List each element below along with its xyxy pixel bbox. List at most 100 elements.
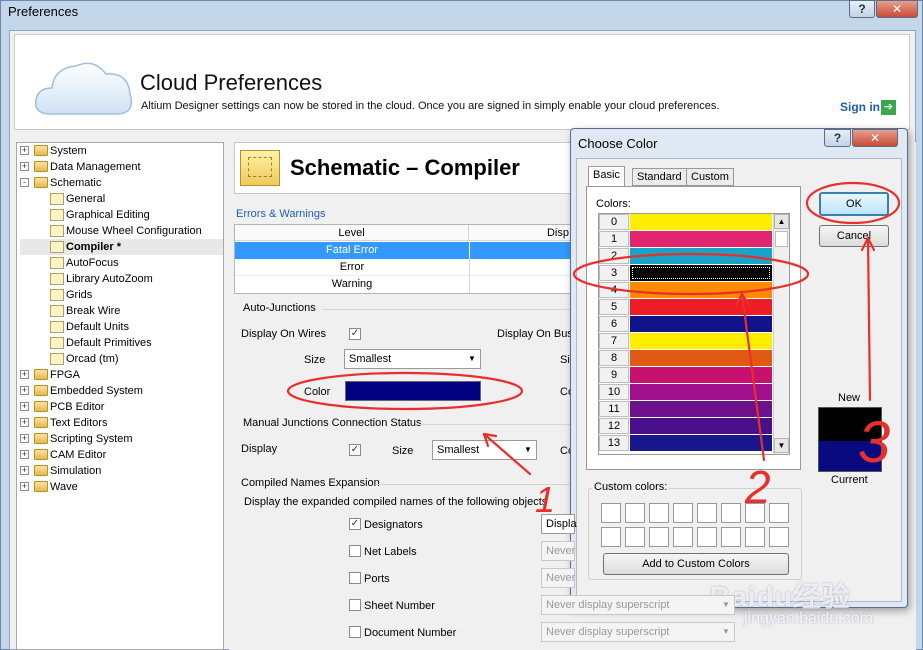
display-checkbox[interactable]: ✓ — [349, 444, 361, 456]
expand-icon[interactable]: + — [20, 450, 29, 459]
color-list-item[interactable]: 5 — [599, 299, 773, 316]
arrow-right-icon[interactable]: ➔ — [881, 100, 896, 115]
expand-icon[interactable]: + — [20, 146, 29, 155]
tab-basic[interactable]: Basic — [588, 166, 625, 187]
custom-color-cell[interactable] — [697, 527, 717, 547]
expand-icon[interactable]: + — [20, 418, 29, 427]
table-row[interactable]: Error — [235, 259, 573, 276]
expand-icon[interactable]: + — [20, 466, 29, 475]
color-list-item[interactable]: 3 — [599, 265, 773, 282]
custom-color-cell[interactable] — [721, 503, 741, 523]
expand-name-checkbox[interactable] — [349, 626, 361, 638]
custom-color-cell[interactable] — [649, 503, 669, 523]
superscript-select[interactable]: Displa — [541, 514, 577, 534]
expand-icon[interactable]: + — [20, 162, 29, 171]
dialog-help-button[interactable]: ? — [824, 129, 851, 147]
color-swatch[interactable] — [345, 381, 481, 401]
color-list-item[interactable]: 8 — [599, 350, 773, 367]
help-button[interactable]: ? — [849, 0, 875, 18]
expand-icon[interactable]: + — [20, 370, 29, 379]
custom-color-cell[interactable] — [673, 527, 693, 547]
colors-scrollbar[interactable]: ▲ ▼ — [773, 214, 789, 454]
expand-icon[interactable]: + — [20, 386, 29, 395]
size-select[interactable]: Smallest ▼ — [344, 349, 481, 369]
color-list-item[interactable]: 4 — [599, 282, 773, 299]
custom-color-cell[interactable] — [745, 503, 765, 523]
custom-color-cell[interactable] — [601, 527, 621, 547]
expand-name-checkbox[interactable] — [349, 572, 361, 584]
expand-name-checkbox[interactable] — [349, 545, 361, 557]
sidebar-item[interactable]: + System — [20, 143, 223, 159]
add-custom-color-button[interactable]: Add to Custom Colors — [603, 553, 789, 575]
sidebar-item[interactable]: + CAM Editor — [20, 447, 223, 463]
custom-color-cell[interactable] — [649, 527, 669, 547]
dialog-close-button[interactable]: ✕ — [852, 129, 898, 147]
table-row[interactable]: Warning — [235, 276, 573, 293]
sidebar-item[interactable]: Library AutoZoom — [20, 271, 223, 287]
sign-in-link[interactable]: Sign in — [840, 100, 880, 114]
sidebar-item[interactable]: Grids — [20, 287, 223, 303]
sidebar-item[interactable]: - Schematic — [20, 175, 223, 191]
expand-icon[interactable]: + — [20, 482, 29, 491]
custom-color-cell[interactable] — [769, 503, 789, 523]
color-list-item[interactable]: 11 — [599, 401, 773, 418]
sidebar-item[interactable]: Graphical Editing — [20, 207, 223, 223]
sidebar-item[interactable]: + Text Editors — [20, 415, 223, 431]
sidebar-item[interactable]: Default Units — [20, 319, 223, 335]
custom-color-cell[interactable] — [625, 527, 645, 547]
tab-standard[interactable]: Standard — [632, 168, 687, 186]
sidebar-item[interactable]: Compiler * — [20, 239, 223, 255]
color-list-item[interactable]: 1 — [599, 231, 773, 248]
custom-color-cell[interactable] — [721, 527, 741, 547]
cancel-button[interactable]: Cancel — [819, 225, 889, 247]
sidebar-item[interactable]: + Wave — [20, 479, 223, 495]
color-list-item[interactable]: 7 — [599, 333, 773, 350]
manual-size-select[interactable]: Smallest ▼ — [432, 440, 537, 460]
colors-label: Colors: — [596, 198, 631, 210]
custom-color-cell[interactable] — [625, 503, 645, 523]
tab-custom[interactable]: Custom — [686, 168, 734, 186]
display-on-wires-checkbox[interactable]: ✓ — [349, 328, 361, 340]
color-list-item[interactable]: 0 — [599, 214, 773, 231]
close-button[interactable]: ✕ — [876, 0, 918, 18]
color-swatch — [630, 401, 772, 417]
sidebar-item[interactable]: + PCB Editor — [20, 399, 223, 415]
custom-color-cell[interactable] — [601, 503, 621, 523]
color-list-item[interactable]: 13 — [599, 435, 773, 452]
scroll-thumb[interactable] — [775, 231, 788, 247]
ok-button[interactable]: OK — [819, 192, 889, 216]
expand-icon[interactable]: + — [20, 402, 29, 411]
sidebar-item[interactable]: + Simulation — [20, 463, 223, 479]
color-list-item[interactable]: 10 — [599, 384, 773, 401]
superscript-select[interactable]: Never display superscript ▼ — [541, 622, 735, 642]
colors-list[interactable]: 0 1 2 3 4 5 6 7 8 9 10 11 12 13 — [598, 213, 790, 455]
expand-name-checkbox[interactable]: ✓ — [349, 518, 361, 530]
collapse-icon[interactable]: - — [20, 178, 29, 187]
superscript-select[interactable]: Never — [541, 541, 575, 561]
color-list-item[interactable]: 2 — [599, 248, 773, 265]
sidebar-item[interactable]: + Embedded System — [20, 383, 223, 399]
superscript-select[interactable]: Never display superscript ▼ — [541, 595, 735, 615]
custom-color-cell[interactable] — [697, 503, 717, 523]
scroll-up-icon[interactable]: ▲ — [774, 214, 789, 229]
color-list-item[interactable]: 9 — [599, 367, 773, 384]
sidebar-item[interactable]: Orcad (tm) — [20, 351, 223, 367]
sidebar-item[interactable]: + FPGA — [20, 367, 223, 383]
sidebar-item[interactable]: Default Primitives — [20, 335, 223, 351]
expand-icon[interactable]: + — [20, 434, 29, 443]
color-list-item[interactable]: 6 — [599, 316, 773, 333]
sidebar-item[interactable]: General — [20, 191, 223, 207]
sidebar-item[interactable]: Mouse Wheel Configuration — [20, 223, 223, 239]
sidebar-item[interactable]: + Scripting System — [20, 431, 223, 447]
sidebar-item[interactable]: AutoFocus — [20, 255, 223, 271]
custom-color-cell[interactable] — [769, 527, 789, 547]
custom-color-cell[interactable] — [745, 527, 765, 547]
custom-color-cell[interactable] — [673, 503, 693, 523]
color-list-item[interactable]: 12 — [599, 418, 773, 435]
sidebar-item[interactable]: + Data Management — [20, 159, 223, 175]
superscript-select[interactable]: Never — [541, 568, 575, 588]
table-row[interactable]: Fatal Error — [235, 242, 573, 259]
expand-name-checkbox[interactable] — [349, 599, 361, 611]
scroll-down-icon[interactable]: ▼ — [774, 438, 789, 453]
sidebar-item[interactable]: Break Wire — [20, 303, 223, 319]
